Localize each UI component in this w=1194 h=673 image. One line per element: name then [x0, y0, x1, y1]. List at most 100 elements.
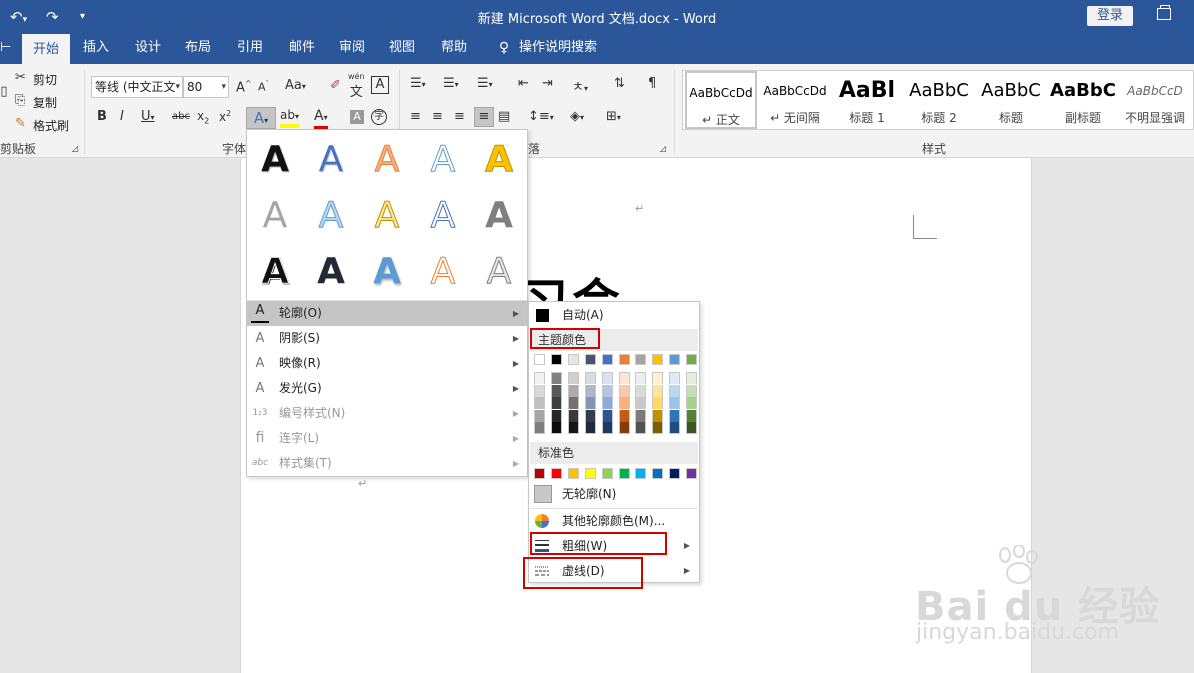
text-effect-sample[interactable]: A	[255, 194, 295, 238]
theme-shade-swatch[interactable]	[534, 384, 545, 397]
bold-icon[interactable]: B	[97, 109, 107, 124]
line-spacing-icon[interactable]: ↕≡▾	[528, 109, 554, 124]
character-border-icon[interactable]: A	[371, 76, 389, 94]
subscript-icon[interactable]: x2	[197, 109, 209, 125]
theme-shade-swatch[interactable]	[618, 422, 630, 434]
theme-shade-swatch[interactable]	[567, 397, 579, 409]
theme-shade-swatch[interactable]	[669, 372, 681, 384]
style-heading-1[interactable]: AaBl 标题 1	[831, 71, 903, 129]
theme-shade-swatch[interactable]	[686, 422, 698, 434]
theme-shade-swatch[interactable]	[584, 397, 596, 409]
text-effect-sample[interactable]: A	[367, 194, 407, 238]
theme-shade-swatch[interactable]	[601, 372, 613, 384]
copy-icon[interactable]: ⎘	[15, 93, 25, 108]
theme-color-swatch[interactable]	[567, 354, 579, 365]
font-size-combo[interactable]: 80 ▾	[183, 76, 229, 98]
theme-shade-swatch[interactable]	[567, 422, 579, 434]
theme-shade-swatch[interactable]	[601, 384, 613, 397]
increase-indent-icon[interactable]: ⇥	[542, 76, 553, 91]
standard-color-swatch[interactable]	[635, 468, 647, 479]
outline-auto[interactable]: 自动(A)	[530, 303, 698, 327]
standard-color-swatch[interactable]	[550, 468, 562, 479]
style-heading-2[interactable]: AaBbC 标题 2	[903, 71, 975, 129]
grow-font-icon[interactable]: A^	[236, 79, 252, 95]
tell-me-search[interactable]: 操作说明搜索	[516, 34, 600, 64]
standard-color-swatch[interactable]	[534, 468, 545, 479]
theme-shade-swatch[interactable]	[686, 409, 698, 422]
text-effect-sample[interactable]: A	[423, 250, 463, 294]
strikethrough-icon[interactable]: abc	[172, 111, 190, 122]
format-painter-button[interactable]: 格式刷	[33, 117, 69, 134]
scissors-icon[interactable]: ✂	[15, 70, 26, 85]
text-effect-sample[interactable]: A	[311, 250, 351, 294]
theme-shade-swatch[interactable]	[635, 409, 647, 422]
text-effect-sample[interactable]: A	[311, 194, 351, 238]
text-effect-sample[interactable]: A	[367, 138, 407, 182]
text-effect-sample[interactable]: A	[423, 194, 463, 238]
numbering-icon[interactable]: ☰▾	[443, 76, 459, 91]
menu-item-number-styles[interactable]: 1₂3 编号样式(N) ▶	[247, 401, 527, 426]
tab-file[interactable]: ⊢	[0, 34, 11, 64]
standard-color-swatch[interactable]	[652, 468, 664, 479]
phonetic-guide-icon[interactable]: wén 文	[348, 72, 365, 100]
borders-icon[interactable]: ⊞▾	[606, 109, 621, 124]
tab-view[interactable]: 视图	[380, 34, 424, 64]
theme-shade-swatch[interactable]	[550, 372, 562, 384]
theme-shade-swatch[interactable]	[567, 409, 579, 422]
theme-shade-swatch[interactable]	[652, 384, 664, 397]
theme-color-swatch[interactable]	[686, 354, 698, 365]
standard-color-swatch[interactable]	[618, 468, 630, 479]
multilevel-list-icon[interactable]: ☰▾	[477, 76, 493, 91]
text-effect-sample[interactable]: A	[255, 138, 295, 182]
text-effect-sample[interactable]: A	[367, 250, 407, 294]
distributed-icon[interactable]: ▤	[498, 109, 510, 124]
style-normal[interactable]: AaBbCcDd ↵ 正文	[685, 71, 757, 129]
theme-shade-swatch[interactable]	[550, 397, 562, 409]
theme-shade-swatch[interactable]	[635, 384, 647, 397]
theme-shade-swatch[interactable]	[550, 409, 562, 422]
tab-layout[interactable]: 布局	[176, 34, 220, 64]
menu-item-ligatures[interactable]: fi 连字(L) ▶	[247, 426, 527, 451]
styles-gallery[interactable]: AaBbCcDd ↵ 正文 AaBbCcDd ↵ 无间隔 AaBl 标题 1 AaBb…	[682, 70, 1194, 130]
theme-shade-swatch[interactable]	[618, 409, 630, 422]
cut-button[interactable]: 剪切	[33, 71, 57, 88]
theme-shade-swatch[interactable]	[618, 384, 630, 397]
copy-button[interactable]: 复制	[33, 94, 57, 111]
theme-shade-swatch[interactable]	[584, 409, 596, 422]
shrink-font-icon[interactable]: Aˇ	[258, 80, 269, 94]
theme-shade-swatch[interactable]	[652, 409, 664, 422]
theme-color-swatch[interactable]	[550, 354, 562, 365]
align-right-icon[interactable]: ≡	[454, 109, 465, 124]
theme-shade-swatch[interactable]	[686, 372, 698, 384]
theme-color-swatch[interactable]	[652, 354, 664, 365]
style-subtitle[interactable]: AaBbC 副标题	[1047, 71, 1119, 129]
clipboard-launcher-icon[interactable]: ◿	[72, 144, 78, 153]
font-color-icon[interactable]: A▾	[314, 108, 328, 130]
theme-shade-swatch[interactable]	[534, 372, 545, 384]
menu-item-stylistic-sets[interactable]: abc 样式集(T) ▶	[247, 451, 527, 476]
asian-layout-icon[interactable]: ㅊ▾	[572, 76, 588, 95]
standard-color-swatch[interactable]	[567, 468, 579, 479]
theme-shade-swatch[interactable]	[584, 384, 596, 397]
theme-shade-swatch[interactable]	[567, 384, 579, 397]
underline-icon[interactable]: U▾	[141, 109, 155, 124]
tab-insert[interactable]: 插入	[74, 34, 118, 64]
theme-color-swatch[interactable]	[584, 354, 596, 365]
align-left-icon[interactable]: ≡	[410, 109, 421, 124]
justify-icon[interactable]: ≡	[474, 107, 494, 127]
theme-shade-swatch[interactable]	[669, 422, 681, 434]
theme-shade-swatch[interactable]	[686, 397, 698, 409]
menu-item-glow[interactable]: A 发光(G) ▶	[247, 376, 527, 401]
style-subtle-emphasis[interactable]: AaBbCcD 不明显强调	[1119, 71, 1191, 129]
theme-shade-swatch[interactable]	[669, 409, 681, 422]
text-effect-sample[interactable]: A	[255, 250, 295, 294]
tab-home[interactable]: 开始	[22, 34, 70, 64]
theme-shade-swatch[interactable]	[686, 384, 698, 397]
theme-shade-swatch[interactable]	[534, 409, 545, 422]
outline-more-colors[interactable]: 其他轮廓颜色(M)...	[530, 509, 698, 533]
tab-references[interactable]: 引用	[228, 34, 272, 64]
text-effect-sample[interactable]: A	[479, 250, 519, 294]
theme-shade-swatch[interactable]	[669, 384, 681, 397]
theme-color-swatch[interactable]	[601, 354, 613, 365]
superscript-icon[interactable]: x2	[219, 109, 231, 124]
